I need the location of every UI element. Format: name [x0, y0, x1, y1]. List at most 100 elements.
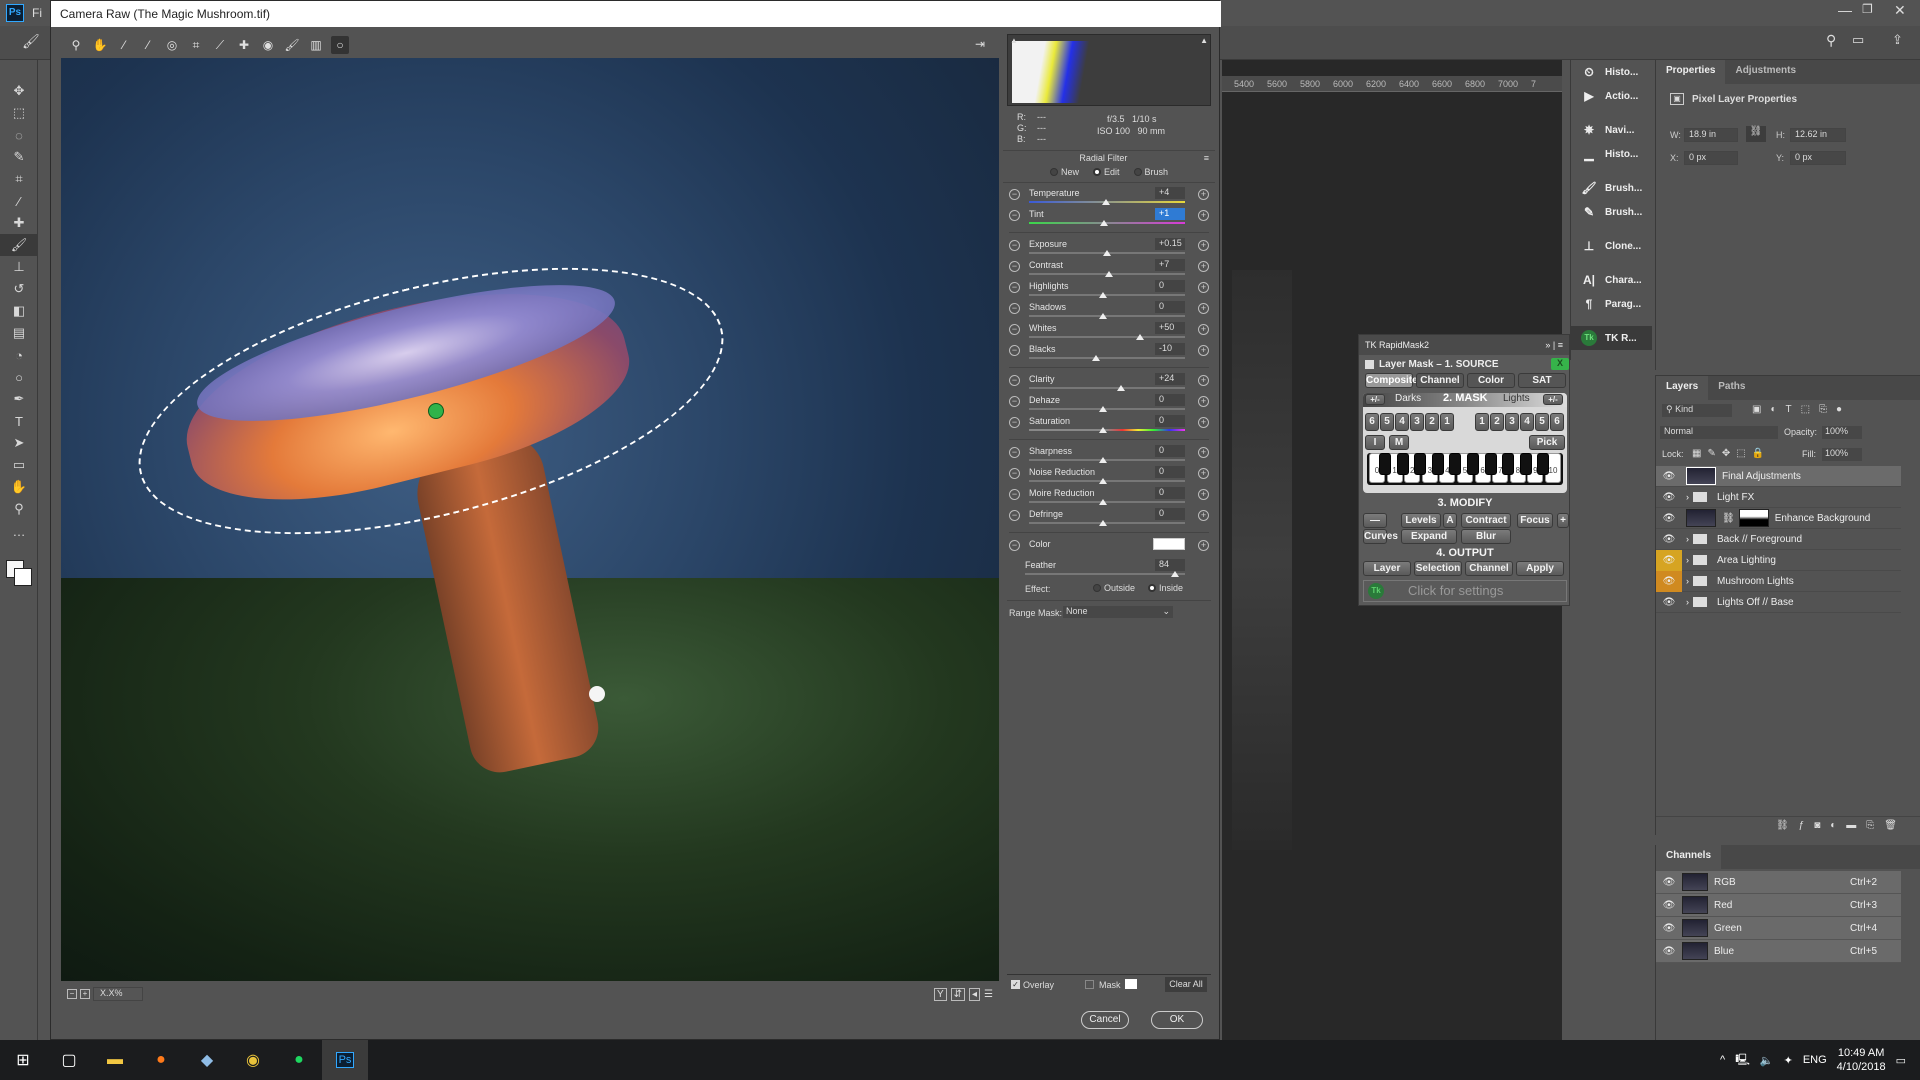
saturation-thumb[interactable]	[1099, 427, 1107, 433]
zone-key-between[interactable]	[1449, 453, 1462, 475]
visibility-eye-icon[interactable]: 👁	[1656, 508, 1682, 529]
shadow-clipping-icon[interactable]: ▲	[1010, 36, 1018, 45]
invert-button[interactable]: I	[1365, 435, 1385, 450]
sharpness-thumb[interactable]	[1099, 457, 1107, 463]
blacks-slider[interactable]: − Blacks -10 +	[1007, 343, 1211, 364]
blacks-value[interactable]: -10	[1155, 343, 1185, 355]
mode-brush-radio[interactable]: Brush	[1133, 167, 1168, 177]
feather-thumb[interactable]	[1171, 571, 1179, 577]
lights-key-3[interactable]: 3	[1505, 413, 1519, 431]
file-menu[interactable]: Fi	[32, 6, 42, 20]
dropbox-icon[interactable]: ✦	[1784, 1054, 1793, 1067]
zone-key-between[interactable]	[1519, 453, 1532, 475]
tab-properties[interactable]: Properties	[1656, 60, 1726, 84]
mode-edit-radio[interactable]: Edit	[1092, 167, 1120, 177]
language-indicator[interactable]: ENG	[1803, 1054, 1827, 1066]
visibility-eye-icon[interactable]: 👁	[1656, 592, 1682, 613]
zoom-icon[interactable]: ⚲	[0, 498, 38, 520]
tint-value[interactable]: +1	[1155, 208, 1185, 220]
darks-key-4[interactable]: 4	[1395, 413, 1409, 431]
zone-key-between[interactable]	[1484, 453, 1497, 475]
start-button[interactable]: ⊞	[0, 1040, 46, 1080]
feather-track[interactable]	[1025, 573, 1185, 575]
expand-chevron-icon[interactable]: ›	[1686, 597, 1689, 607]
modify-minus-button[interactable]: —	[1363, 513, 1387, 528]
zone-key-between[interactable]	[1537, 453, 1550, 475]
panel-character[interactable]: A| Chara...	[1571, 268, 1652, 292]
darks-key-6[interactable]: 6	[1365, 413, 1379, 431]
panel-paragraph[interactable]: ¶ Parag...	[1571, 292, 1652, 316]
defringe-track[interactable]	[1029, 522, 1185, 524]
preview-preferences-icon[interactable]: ☰	[984, 989, 993, 1000]
shadows-slider[interactable]: − Shadows 0 +	[1007, 301, 1211, 322]
sharpness-plus-icon[interactable]: +	[1198, 447, 1209, 458]
more-icon[interactable]: …	[0, 520, 38, 542]
move-icon[interactable]: ✥	[0, 80, 38, 102]
noise-reduction-thumb[interactable]	[1099, 478, 1107, 484]
effect-outside-radio[interactable]: Outside	[1093, 583, 1135, 593]
visibility-eye-icon[interactable]: 👁	[1656, 466, 1682, 487]
moire-reduction-track[interactable]	[1029, 501, 1185, 503]
radial-filter-pin-active[interactable]	[428, 403, 444, 419]
panel-clone-source[interactable]: ⊥ Clone...	[1571, 234, 1652, 258]
notes-app-icon[interactable]: ◆	[184, 1040, 230, 1080]
defringe-value[interactable]: 0	[1155, 508, 1185, 520]
dehaze-value[interactable]: 0	[1155, 394, 1185, 406]
expand-chevron-icon[interactable]: ›	[1686, 555, 1689, 565]
volume-icon[interactable]: 🔈	[1760, 1054, 1774, 1067]
mask-color-swatch[interactable]	[1125, 979, 1137, 989]
layer-row[interactable]: 👁 › Area Lighting	[1656, 549, 1901, 571]
modify-expand-button[interactable]: Expand	[1401, 529, 1457, 544]
dehaze-plus-icon[interactable]: +	[1198, 396, 1209, 407]
visibility-eye-icon[interactable]: 👁	[1656, 918, 1682, 939]
dehaze-track[interactable]	[1029, 408, 1185, 410]
darks-key-2[interactable]: 2	[1425, 413, 1439, 431]
healing-icon[interactable]: ✚	[0, 212, 38, 234]
layers-footer-icons[interactable]: ⛓ƒ◙◐▬⎘🗑	[1656, 816, 1920, 836]
saturation-value[interactable]: 0	[1155, 415, 1185, 427]
tint-thumb[interactable]	[1099, 220, 1108, 226]
output-layer-button[interactable]: Layer	[1363, 561, 1411, 576]
visibility-eye-icon[interactable]: 👁	[1656, 487, 1682, 508]
source-color-button[interactable]: Color	[1467, 373, 1515, 388]
shape-icon[interactable]: ▭	[0, 454, 38, 476]
quick-select-icon[interactable]: ✎	[0, 146, 38, 168]
tk-menu-icon[interactable]: » | ≡	[1545, 340, 1563, 350]
lights-key-2[interactable]: 2	[1490, 413, 1504, 431]
shadows-value[interactable]: 0	[1155, 301, 1185, 313]
shadows-plus-icon[interactable]: +	[1198, 303, 1209, 314]
tk-close-x-button[interactable]: X	[1551, 358, 1569, 370]
m-button[interactable]: M	[1389, 435, 1409, 450]
expand-chevron-icon[interactable]: ›	[1686, 576, 1689, 586]
background-color-swatch[interactable]	[14, 568, 32, 586]
color-minus-icon[interactable]: −	[1009, 540, 1020, 551]
radial-filter-tool-icon[interactable]: ○	[331, 36, 349, 54]
zone-key-between[interactable]	[1414, 453, 1427, 475]
exposure-minus-icon[interactable]: −	[1009, 240, 1020, 251]
panel-brushes[interactable]: ✎ Brush...	[1571, 200, 1652, 224]
exposure-thumb[interactable]	[1103, 250, 1112, 256]
clock[interactable]: 10:49 AM 4/10/2018	[1837, 1046, 1886, 1074]
blur-icon[interactable]: ◔	[0, 344, 38, 366]
width-field[interactable]: 18.9 in	[1684, 128, 1738, 142]
search-icon[interactable]: ⚲	[1826, 32, 1836, 49]
modify-blur-button[interactable]: Blur	[1461, 529, 1511, 544]
zone-key-between[interactable]	[1431, 453, 1444, 475]
highlights-track[interactable]	[1029, 294, 1185, 296]
spotify-icon[interactable]: ●	[276, 1040, 322, 1080]
filter-kind-select[interactable]: ⚲ Kind	[1662, 404, 1732, 417]
overlay-checkbox[interactable]: ✓	[1011, 980, 1020, 989]
feather-value[interactable]: 84	[1155, 559, 1185, 571]
lights-key-1[interactable]: 1	[1475, 413, 1489, 431]
stamp-icon[interactable]: ⊥	[0, 256, 38, 278]
exposure-slider[interactable]: − Exposure +0.15 +	[1007, 238, 1211, 259]
whites-track[interactable]	[1029, 336, 1185, 338]
clarity-plus-icon[interactable]: +	[1198, 375, 1209, 386]
ok-button[interactable]: OK	[1151, 1011, 1203, 1029]
restore-button[interactable]: ❐	[1862, 2, 1873, 16]
pick-button[interactable]: Pick	[1529, 435, 1565, 450]
shadows-thumb[interactable]	[1099, 313, 1107, 319]
zoom-tool-icon[interactable]: ⚲	[67, 36, 85, 54]
output-apply-button[interactable]: Apply	[1516, 561, 1564, 576]
saturation-track[interactable]	[1029, 429, 1185, 431]
